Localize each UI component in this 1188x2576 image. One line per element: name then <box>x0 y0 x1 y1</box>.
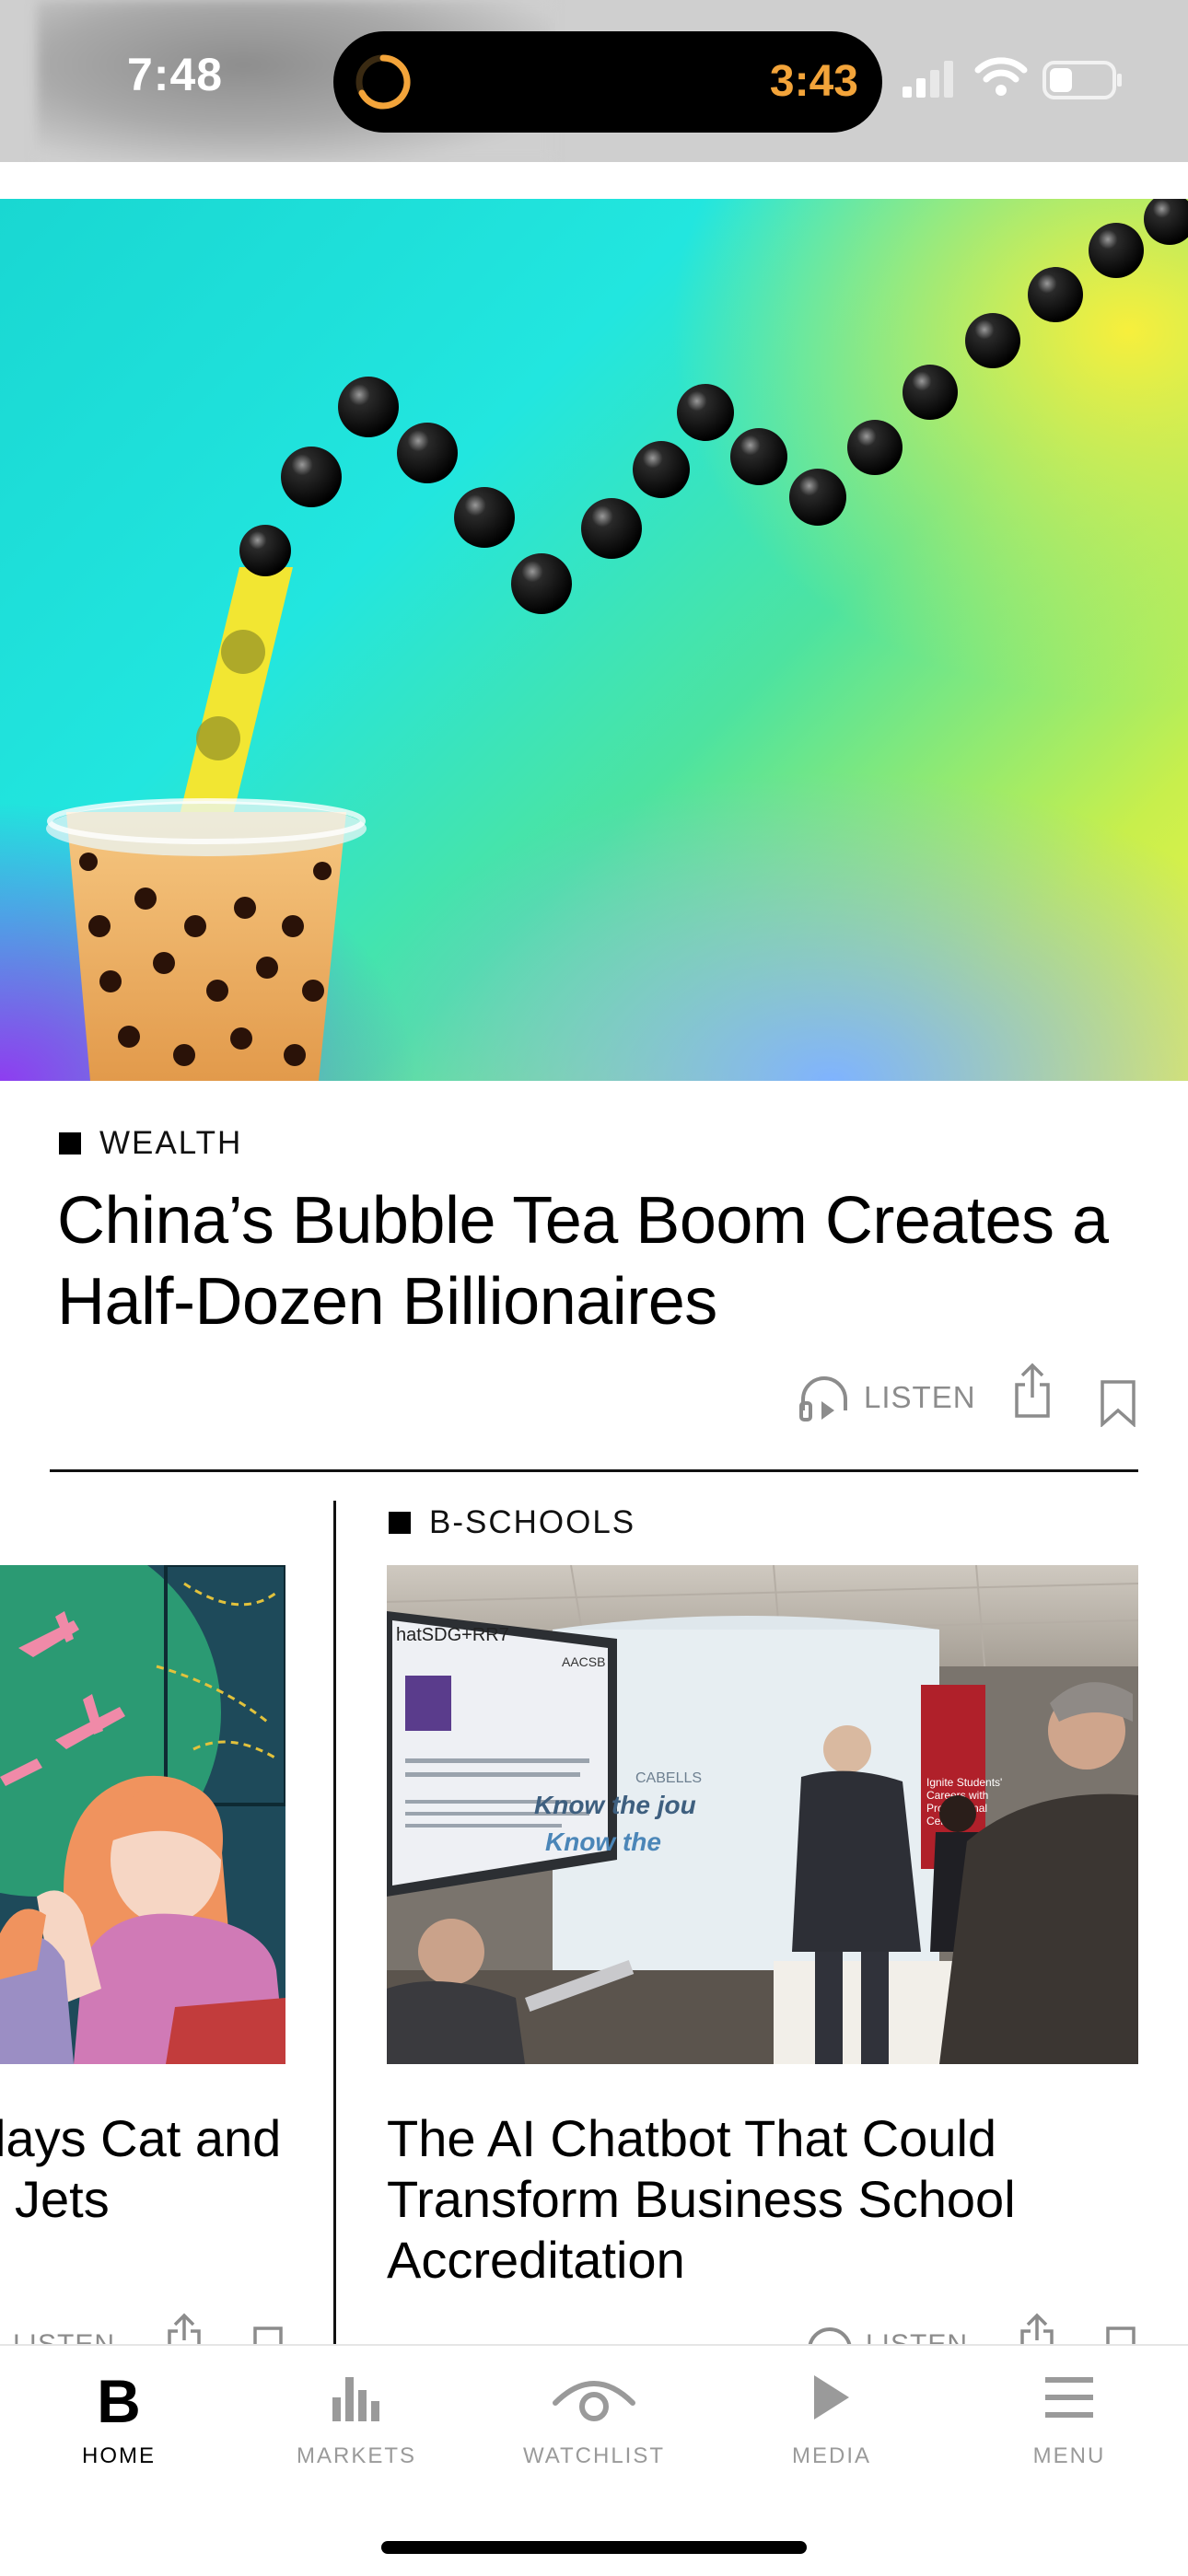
tab-markets[interactable]: MARKETS <box>238 2346 475 2484</box>
tab-home[interactable]: B HOME <box>0 2346 238 2484</box>
listen-label: LISTEN <box>864 1380 976 1414</box>
bookmark-icon[interactable] <box>1100 1379 1136 1427</box>
card-2-actions: LISTEN <box>792 2313 1142 2344</box>
poster-line-1: Ignite Students' <box>926 1776 1002 1789</box>
booth-line-2-text: Know the <box>545 1828 661 1856</box>
tab-media[interactable]: MEDIA <box>713 2346 950 2484</box>
lead-story-kicker[interactable]: WEALTH <box>59 1125 242 1162</box>
card-1-headline-line-2: Jets <box>15 2170 110 2228</box>
booth-brand-text: CABELLS <box>635 1770 702 1786</box>
tab-media-label: MEDIA <box>791 2443 871 2468</box>
card-2-kicker[interactable]: B-SCHOOLS <box>389 1504 635 1541</box>
card-1-listen-label[interactable]: LISTEN <box>13 2329 115 2344</box>
status-time: 7:48 <box>127 49 224 100</box>
share-icon[interactable] <box>1013 1363 1052 1420</box>
card-1-image[interactable] <box>0 1565 285 2064</box>
headphones-icon <box>799 1376 847 1421</box>
card-column-divider <box>333 1501 336 2346</box>
lead-story-headline[interactable]: China’s Bubble Tea Boom Creates a Half-D… <box>57 1180 1144 1342</box>
booth-line-1-text: Know the jou <box>534 1791 696 1819</box>
conference-booth-photo: hatSDG+RR7 AACSB CABELLS Know the jou Kn… <box>387 1565 1138 2064</box>
card-2-image[interactable]: hatSDG+RR7 AACSB CABELLS Know the jou Kn… <box>387 1565 1138 2064</box>
eye-icon <box>553 2381 635 2421</box>
wifi-icon <box>974 57 1028 96</box>
card-2-listen-label[interactable]: LISTEN <box>866 2329 968 2344</box>
card-1-headline-line-1: lays Cat and <box>0 2109 282 2167</box>
hamburger-menu-icon <box>1045 2377 1093 2418</box>
card-1-share-icon[interactable] <box>166 2313 203 2344</box>
card-2-share-icon[interactable] <box>1019 2313 1055 2344</box>
lead-story-kicker-label: WEALTH <box>99 1125 243 1161</box>
status-bar: 7:48 3:43 <box>0 0 1188 162</box>
lead-story-listen-button[interactable]: LISTEN <box>798 1374 976 1421</box>
section-divider <box>50 1469 1138 1472</box>
card-2-bookmark-icon[interactable] <box>1105 2326 1136 2344</box>
tab-home-label: HOME <box>82 2443 156 2468</box>
card-2-kicker-label: B-SCHOOLS <box>429 1504 636 1540</box>
cellular-signal-icon <box>903 61 953 98</box>
timer-ring-icon <box>355 54 411 110</box>
battery-icon <box>1042 61 1122 99</box>
card-2-headphones-icon[interactable] <box>805 2326 855 2344</box>
screen-badge-text: AACSB <box>562 1654 605 1669</box>
lead-story-image[interactable] <box>0 199 1188 1081</box>
bubble-tea-illustration <box>46 199 1188 1081</box>
tab-watchlist[interactable]: WATCHLIST <box>475 2346 713 2484</box>
home-indicator[interactable] <box>381 2541 807 2554</box>
kicker-square-icon <box>389 1512 411 1534</box>
card-1-bookmark-icon[interactable] <box>252 2326 284 2344</box>
screen-header-text: hatSDG+RR7 <box>396 1625 509 1645</box>
bar-chart-icon <box>332 2377 379 2421</box>
tab-menu-label: MENU <box>1032 2443 1106 2468</box>
card-1-headline[interactable]: lays Cat and Jets <box>0 2108 289 2230</box>
kicker-square-icon <box>59 1132 81 1155</box>
tab-menu[interactable]: MENU <box>950 2346 1188 2484</box>
card-2-headline[interactable]: The AI Chatbot That Could Transform Busi… <box>387 2108 1138 2291</box>
card-1-actions: LISTEN <box>0 2313 295 2344</box>
dynamic-island[interactable]: 3:43 <box>333 31 882 133</box>
bloomberg-b-icon: B <box>97 2367 141 2435</box>
tab-markets-label: MARKETS <box>296 2443 416 2468</box>
play-icon <box>814 2375 849 2419</box>
illustration-planes-people <box>0 1565 285 2064</box>
timer-time: 3:43 <box>769 57 858 106</box>
tab-watchlist-label: WATCHLIST <box>523 2443 665 2468</box>
